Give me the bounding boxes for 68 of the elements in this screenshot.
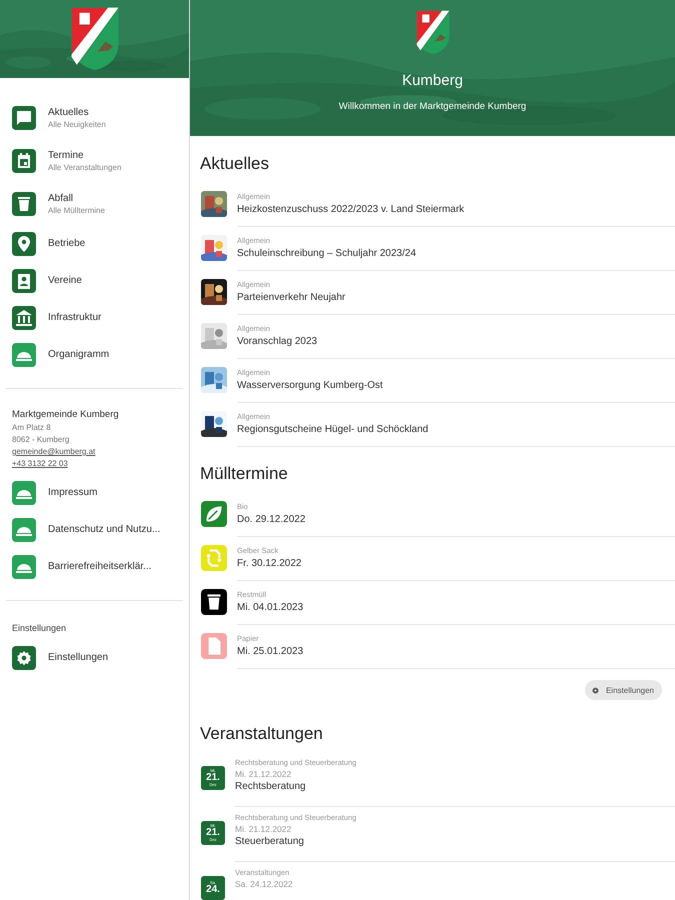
section-heading: Aktuelles bbox=[199, 153, 270, 175]
phone-link[interactable]: +43 3132 22 03 bbox=[12, 459, 68, 468]
email-link[interactable]: gemeinde@kumberg.at bbox=[12, 447, 96, 456]
menu-label: Abfall bbox=[48, 192, 74, 204]
day-number: 24. bbox=[206, 885, 220, 895]
cloche-icon bbox=[12, 342, 36, 366]
menu-item[interactable]: Impressum bbox=[0, 474, 189, 511]
news-title: Regionsgutscheine Hügel- und Schöckland bbox=[237, 424, 430, 435]
welcome-text: Willkommen in der Marktgemeinde Kumberg bbox=[338, 100, 526, 112]
address-line: Am Platz 8 bbox=[12, 423, 52, 432]
event-title: Steuerberatung bbox=[235, 836, 305, 847]
menu-item[interactable]: Datenschutz und Nutzu... bbox=[0, 511, 189, 548]
pickup-date: Fr. 30.12.2022 bbox=[237, 558, 302, 569]
menu-label: Barrierefreiheitserklär... bbox=[48, 561, 152, 572]
section-heading: Mülltermine bbox=[199, 463, 289, 485]
menu-item[interactable]: Vereine bbox=[0, 262, 189, 299]
calendar-icon bbox=[12, 148, 36, 172]
event-date: Sa. 24.12.2022 bbox=[235, 879, 294, 889]
menu-label: Datenschutz und Nutzu... bbox=[48, 524, 160, 535]
news-title: Wasserversorgung Kumberg-Ost bbox=[237, 380, 384, 391]
event-title: Rechtsberatung bbox=[235, 781, 307, 792]
settings-button[interactable]: Einstellungen bbox=[584, 680, 662, 700]
menu-item[interactable]: Barrierefreiheitserklär... bbox=[0, 548, 189, 585]
location-pin-icon bbox=[12, 232, 36, 256]
event-date: Mi. 21.12.2022 bbox=[235, 769, 292, 779]
menu-item[interactable]: Betriebe bbox=[0, 225, 189, 262]
day-number: 21. bbox=[206, 828, 220, 838]
pickup-date: Mi. 04.01.2023 bbox=[237, 602, 304, 613]
menu-sublabel: Alle Mülltermine bbox=[48, 206, 105, 214]
event-date: Mi. 21.12.2022 bbox=[235, 824, 292, 834]
coat-of-arms-icon bbox=[416, 10, 449, 54]
menu-item[interactable]: Einstellungen bbox=[0, 639, 189, 676]
pickup-date: Do. 29.12.2022 bbox=[237, 514, 306, 525]
menu-item[interactable]: Infrastruktur bbox=[0, 299, 189, 336]
chat-icon bbox=[12, 106, 36, 130]
trash-icon bbox=[12, 192, 36, 216]
day-number: 21. bbox=[206, 773, 220, 783]
menu-sublabel: Alle Veranstaltungen bbox=[48, 162, 122, 172]
section-label: Einstellungen bbox=[11, 622, 68, 635]
cloche-icon bbox=[12, 554, 36, 578]
settings-icon bbox=[12, 646, 36, 670]
menu-sublabel: Alle Neuigkeiten bbox=[48, 120, 106, 128]
section-heading: Veranstaltungen bbox=[199, 723, 324, 745]
menu-label: Aktuelles bbox=[48, 106, 90, 118]
news-title: Voranschlag 2023 bbox=[237, 336, 318, 347]
cloche-icon bbox=[12, 480, 36, 504]
address-line: 8062 - Kumberg bbox=[12, 435, 70, 444]
menu-label: Termine bbox=[48, 150, 85, 160]
contact-name: Marktgemeinde Kumberg bbox=[12, 409, 120, 420]
news-title: Heizkostenzuschuss 2022/2023 v. Land Steiermark bbox=[237, 204, 466, 215]
news-title: Schuleinschreibung – Schuljahr 2023/24 bbox=[237, 248, 418, 259]
menu-label: Einstellungen bbox=[48, 652, 108, 663]
settings-icon bbox=[590, 684, 601, 696]
menu-label: Betriebe bbox=[48, 238, 86, 249]
id-card-icon bbox=[12, 268, 36, 292]
app-title: Kumberg bbox=[402, 72, 463, 89]
menu-item[interactable]: Abfall Alle Mülltermine bbox=[0, 182, 189, 225]
menu-label: Impressum bbox=[48, 487, 98, 498]
menu-label: Organigramm bbox=[48, 349, 110, 360]
building-icon bbox=[12, 306, 36, 330]
news-title: Parteienverkehr Neujahr bbox=[237, 292, 346, 303]
menu-label: Infrastruktur bbox=[48, 312, 102, 323]
menu-item[interactable]: Organigramm bbox=[0, 336, 189, 373]
cloche-icon bbox=[12, 518, 36, 542]
menu-item[interactable]: Termine Alle Veranstaltungen bbox=[0, 139, 189, 182]
menu-label: Vereine bbox=[48, 275, 82, 286]
menu-item[interactable]: Aktuelles Alle Neuigkeiten bbox=[0, 96, 189, 139]
pickup-date: Mi. 25.01.2023 bbox=[237, 646, 304, 657]
